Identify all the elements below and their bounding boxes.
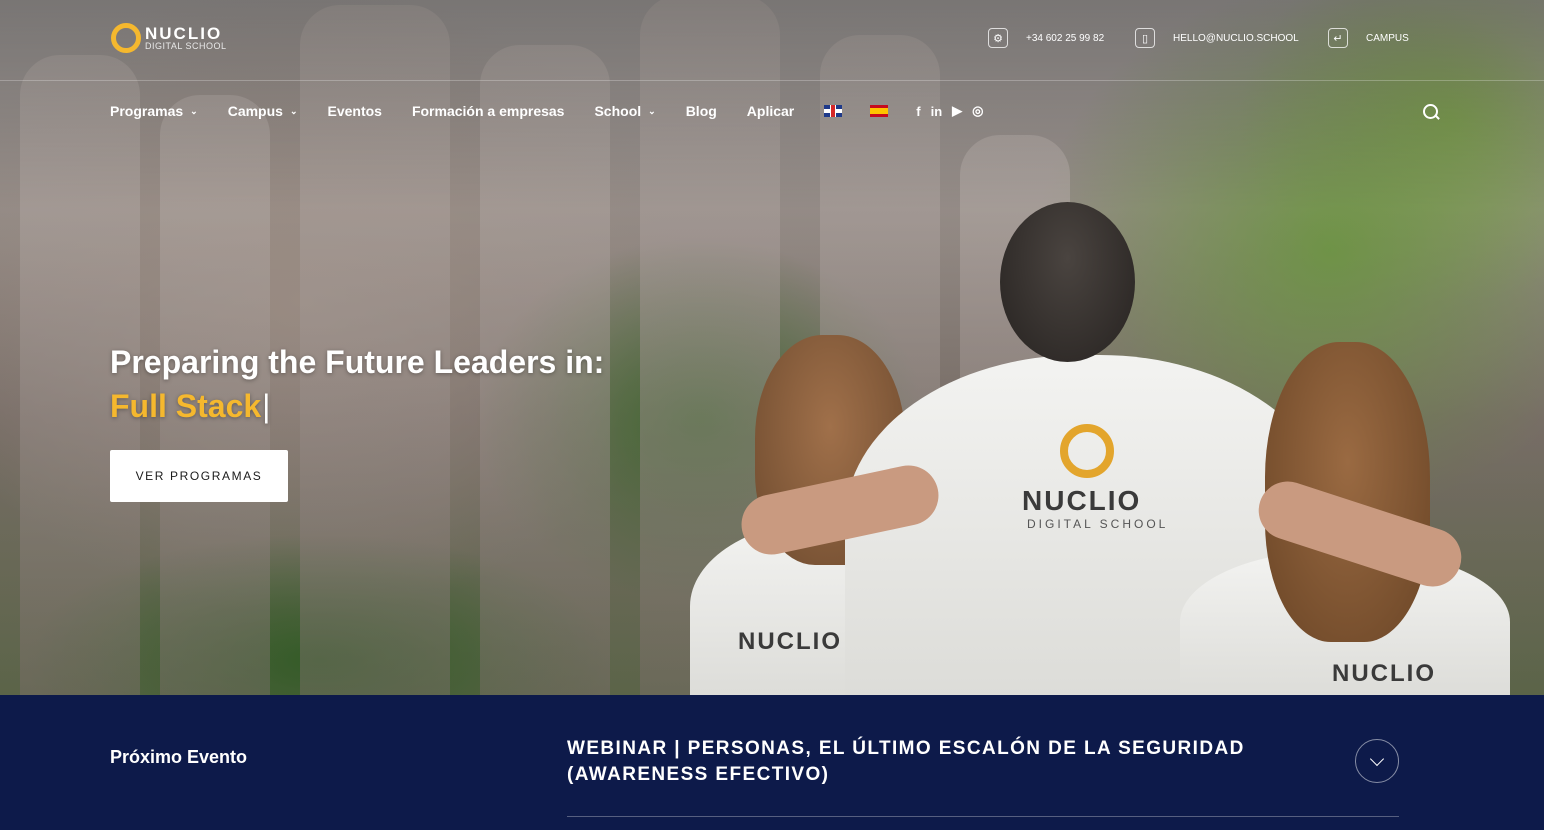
nav-item-aplicar[interactable]: Aplicar (747, 103, 794, 119)
contact-phone-text: +34 602 25 99 82 (1026, 32, 1105, 44)
nav-label: Programas (110, 103, 184, 119)
nav-label: Campus (227, 103, 283, 119)
hero-typed-value: Full Stack (110, 388, 262, 424)
spanish-flag-icon[interactable] (870, 105, 889, 117)
contact-email[interactable]: ▯ HELLO@NUCLIO.SCHOOL (1135, 28, 1299, 48)
contact-email-text: HELLO@NUCLIO.SCHOOL (1173, 32, 1299, 44)
instagram-icon[interactable]: ◎ (972, 103, 983, 119)
nav-label: Aplicar (746, 103, 795, 119)
event-title[interactable]: WEBINAR | PERSONAS, EL ÚLTIMO ESCALÓN DE… (567, 736, 1327, 788)
english-flag-icon[interactable] (824, 105, 843, 117)
nav-label: Blog (685, 103, 717, 119)
login-icon: ↵ (1328, 28, 1348, 48)
typing-cursor: | (262, 388, 271, 424)
youtube-icon[interactable]: ▶ (952, 103, 962, 119)
nav-label: Formación a empresas (411, 103, 565, 119)
nav-item-programas[interactable]: Programas ⌄ (110, 103, 198, 119)
nav-item-school[interactable]: School ⌄ (594, 103, 655, 119)
header-divider (0, 80, 1544, 81)
brand-sub: DIGITAL SCHOOL (145, 41, 227, 51)
event-label: Próximo Evento (110, 747, 248, 767)
hero-headline: Preparing the Future Leaders in: (110, 344, 605, 380)
logo-ring-icon (111, 23, 141, 53)
brand-logo[interactable]: NUCLIO DIGITAL SCHOOL (111, 23, 227, 53)
nav-label: School (594, 103, 642, 119)
nav-item-eventos[interactable]: Eventos (327, 103, 381, 119)
nav-item-campus[interactable]: Campus ⌄ (228, 103, 298, 119)
event-expand-button[interactable] (1355, 739, 1399, 783)
ver-programas-button[interactable]: VER PROGRAMAS (110, 450, 288, 502)
brand-name: NUCLIO (145, 24, 223, 43)
contact-campus-text: CAMPUS (1366, 32, 1409, 44)
hero-typed-text: Full Stack| (110, 388, 270, 425)
contact-campus[interactable]: ↵ CAMPUS (1328, 28, 1409, 48)
main-nav: Programas ⌄ Campus ⌄ Eventos Formación a e… (110, 103, 994, 119)
shirt-logo-text-right: NUCLIO (1332, 660, 1436, 687)
facebook-icon[interactable]: f (916, 104, 920, 119)
gear-icon: ⚙ (988, 28, 1008, 48)
nav-item-blog[interactable]: Blog (686, 103, 717, 119)
chevron-down-icon: ⌄ (190, 105, 198, 116)
event-divider (567, 816, 1399, 817)
phone-icon: ▯ (1135, 28, 1155, 48)
linkedin-icon[interactable]: in (931, 104, 943, 119)
shirt-logo-text: NUCLIO (1022, 485, 1142, 516)
shirt-logo-text-left: NUCLIO (738, 628, 842, 655)
chevron-down-icon: ⌄ (289, 105, 298, 116)
shirt-logo-sub: DIGITAL SCHOOL (1027, 517, 1169, 531)
chevron-down-icon: ⌄ (648, 105, 656, 116)
shirt-logo-icon (1060, 424, 1114, 478)
nav-item-formacion[interactable]: Formación a empresas (412, 103, 565, 119)
search-icon[interactable] (1423, 104, 1441, 122)
nav-label: Eventos (327, 103, 382, 119)
contact-phone[interactable]: ⚙ +34 602 25 99 82 (988, 28, 1104, 48)
